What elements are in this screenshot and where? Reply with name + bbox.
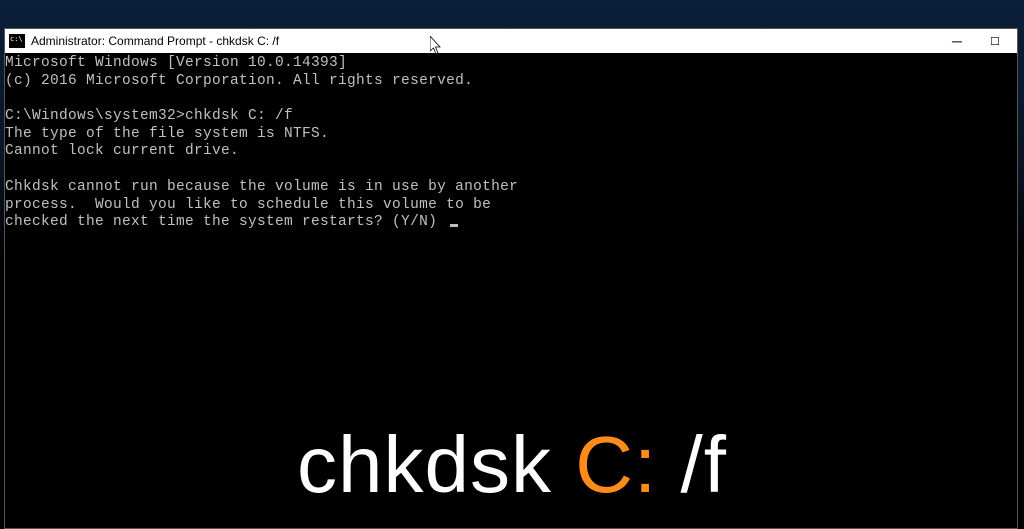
output-line: Cannot lock current drive. (5, 143, 239, 159)
caption-text-2: /f (657, 420, 727, 509)
output-line: Chkdsk cannot run because the volume is … (5, 179, 518, 195)
cmd-icon (9, 34, 25, 48)
output-line: checked the next time the system restart… (5, 214, 446, 230)
caption-overlay: chkdsk C: /f (0, 419, 1024, 511)
caption-accent: C: (575, 420, 657, 509)
maximize-button[interactable]: ☐ (985, 31, 1005, 51)
prompt-command: chkdsk C: /f (185, 108, 293, 124)
window-controls: ─ ☐ (947, 31, 1013, 51)
titlebar[interactable]: Administrator: Command Prompt - chkdsk C… (5, 29, 1017, 53)
window-title: Administrator: Command Prompt - chkdsk C… (31, 34, 947, 48)
copyright-line: (c) 2016 Microsoft Corporation. All righ… (5, 73, 473, 89)
output-line: process. Would you like to schedule this… (5, 197, 491, 213)
terminal-output[interactable]: Microsoft Windows [Version 10.0.14393] (… (5, 53, 1017, 232)
minimize-button[interactable]: ─ (947, 31, 967, 51)
text-cursor (450, 224, 458, 227)
caption-text-1: chkdsk (297, 420, 575, 509)
prompt-path: C:\Windows\system32> (5, 108, 185, 124)
output-line: The type of the file system is NTFS. (5, 126, 329, 142)
version-line: Microsoft Windows [Version 10.0.14393] (5, 55, 347, 71)
